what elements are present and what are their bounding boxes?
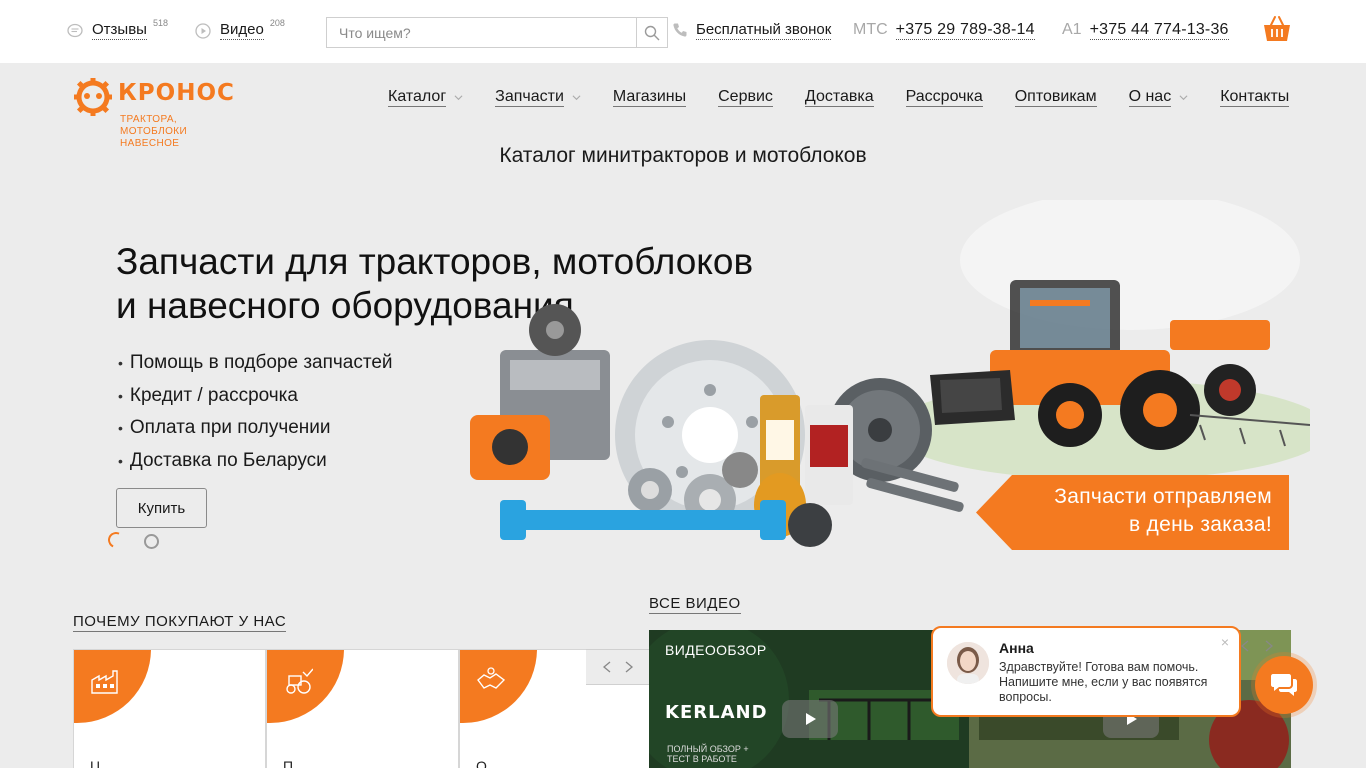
card-text: О bbox=[476, 758, 487, 768]
why-buy-cards: Ц П О bbox=[73, 649, 652, 768]
nav-item-stores[interactable]: Магазины bbox=[612, 87, 687, 107]
reviews-link[interactable]: Отзывы 518 bbox=[67, 18, 168, 40]
chevron-down-icon bbox=[454, 94, 463, 100]
site-tagline: Каталог минитракторов и мотоблоков bbox=[499, 144, 867, 167]
card-text: П bbox=[283, 758, 294, 768]
logo-tagline-line: МОТОБЛОКИ bbox=[120, 126, 188, 137]
benefit-item: Оплата при получении bbox=[118, 412, 393, 445]
slider-dot-active[interactable] bbox=[105, 529, 127, 551]
chat-open-button[interactable] bbox=[1255, 656, 1313, 714]
benefit-item: Доставка по Беларуси bbox=[118, 445, 393, 478]
promo-banner-text: Запчасти отправляем в день заказа! bbox=[1000, 483, 1272, 539]
close-icon[interactable]: × bbox=[1221, 634, 1229, 650]
operator-a1: А1 bbox=[1062, 21, 1082, 38]
card-text: Ц bbox=[90, 758, 101, 768]
nav-label: Сервис bbox=[718, 88, 773, 107]
benefit-item: Кредит / рассрочка bbox=[118, 380, 393, 413]
nav-item-contacts[interactable]: Контакты bbox=[1220, 87, 1290, 107]
chat-bubble-icon bbox=[67, 23, 83, 38]
nav-label: Каталог bbox=[388, 88, 447, 107]
site-logo[interactable]: КРОНОС ТРАКТОРА, МОТОБЛОКИ НАВЕСНОЕ bbox=[74, 78, 254, 154]
search-box bbox=[326, 17, 668, 48]
cart-basket-icon[interactable] bbox=[1262, 14, 1292, 44]
tractor-icon bbox=[286, 668, 313, 694]
chat-icon bbox=[1271, 674, 1297, 696]
logo-tagline-line: ТРАКТОРА, bbox=[120, 114, 178, 125]
reviews-count: 518 bbox=[152, 18, 168, 28]
chat-popup[interactable]: Анна Здравствуйте! Готова вам помочь. На… bbox=[931, 626, 1241, 717]
nav-item-about[interactable]: О нас bbox=[1128, 87, 1189, 107]
chevron-left-icon[interactable] bbox=[1240, 640, 1250, 652]
main-nav: Каталог Запчасти Магазины Сервис Доставк… bbox=[388, 87, 1290, 107]
logo-name: КРОНОС bbox=[118, 80, 235, 106]
nav-item-installment[interactable]: Рассрочка bbox=[905, 87, 983, 107]
play-icon bbox=[806, 713, 816, 725]
advantage-card[interactable]: Ц bbox=[73, 649, 266, 768]
video-brand: KERLAND bbox=[665, 702, 768, 723]
video-subtitle-line: ТЕСТ В РАБОТЕ bbox=[667, 754, 737, 764]
video-subtitle: ПОЛНЫЙ ОБЗОР + ТЕСТ В РАБОТЕ bbox=[667, 744, 749, 764]
nav-label: О нас bbox=[1128, 88, 1172, 107]
all-videos-heading[interactable]: Все видео bbox=[649, 594, 741, 614]
nav-label: Рассрочка bbox=[905, 88, 983, 107]
phone-a1[interactable]: А1 +375 44 774-13-36 bbox=[1062, 20, 1229, 40]
video-subtitle-line: ПОЛНЫЙ ОБЗОР + bbox=[667, 744, 749, 754]
video-play-button[interactable] bbox=[782, 700, 838, 738]
chevron-right-icon[interactable] bbox=[1264, 640, 1274, 652]
nav-item-wholesale[interactable]: Оптовикам bbox=[1014, 87, 1097, 107]
video-tile-label: Видеообзор bbox=[665, 642, 767, 658]
video-carousel-nav bbox=[1240, 640, 1274, 652]
nav-label: Доставка bbox=[804, 88, 874, 107]
reviews-label: Отзывы bbox=[92, 21, 147, 40]
nav-label: Запчасти bbox=[495, 88, 564, 107]
promo-line: в день заказа! bbox=[1128, 513, 1272, 536]
phone-mts[interactable]: МТС +375 29 789-38-14 bbox=[853, 20, 1035, 40]
advantage-card[interactable]: П bbox=[266, 649, 459, 768]
factory-icon bbox=[91, 670, 118, 694]
chevron-down-icon bbox=[1179, 94, 1188, 100]
benefit-item: Помощь в подборе запчастей bbox=[118, 347, 393, 380]
why-buy-heading[interactable]: Почему покупают у нас bbox=[73, 612, 287, 632]
promo-line: Запчасти отправляем bbox=[1054, 485, 1272, 508]
play-circle-icon bbox=[195, 23, 211, 39]
nav-item-service[interactable]: Сервис bbox=[718, 87, 773, 107]
slider-dots bbox=[105, 529, 159, 551]
search-button[interactable] bbox=[636, 18, 667, 47]
chevron-down-icon bbox=[572, 94, 581, 100]
videos-count: 208 bbox=[269, 18, 285, 28]
free-call-label: Бесплатный звонок bbox=[696, 21, 832, 40]
gear-logo-icon bbox=[74, 78, 112, 116]
top-utility-bar: Отзывы 518 Видео 208 Бесплатный звонок М… bbox=[0, 0, 1366, 63]
free-call-link[interactable]: Бесплатный звонок bbox=[672, 20, 832, 40]
handshake-icon bbox=[477, 667, 506, 689]
videos-label: Видео bbox=[220, 21, 264, 40]
chevron-right-icon[interactable] bbox=[624, 661, 634, 673]
nav-label: Оптовикам bbox=[1014, 88, 1097, 107]
nav-item-delivery[interactable]: Доставка bbox=[804, 87, 874, 107]
phone-number-a1: +375 44 774-13-36 bbox=[1089, 21, 1229, 40]
phone-icon bbox=[673, 23, 687, 37]
buy-button[interactable]: Купить bbox=[116, 488, 207, 528]
videos-link[interactable]: Видео 208 bbox=[195, 18, 285, 40]
operator-avatar bbox=[947, 642, 989, 684]
nav-label: Контакты bbox=[1220, 88, 1290, 107]
cards-carousel-nav bbox=[586, 649, 650, 685]
nav-label: Магазины bbox=[612, 88, 687, 107]
phone-number-mts: +375 29 789-38-14 bbox=[895, 21, 1035, 40]
slider-dot[interactable] bbox=[144, 534, 159, 549]
nav-item-parts[interactable]: Запчасти bbox=[495, 87, 581, 107]
chevron-left-icon[interactable] bbox=[602, 661, 612, 673]
search-input[interactable] bbox=[327, 18, 636, 47]
operator-mts: МТС bbox=[853, 21, 888, 38]
chat-message: Здравствуйте! Готова вам помочь. Напишит… bbox=[999, 660, 1208, 704]
search-icon bbox=[644, 25, 660, 40]
nav-item-catalog[interactable]: Каталог bbox=[388, 87, 463, 107]
operator-name: Анна bbox=[999, 640, 1034, 656]
hero-benefits-list: Помощь в подборе запчастей Кредит / расс… bbox=[118, 347, 393, 477]
